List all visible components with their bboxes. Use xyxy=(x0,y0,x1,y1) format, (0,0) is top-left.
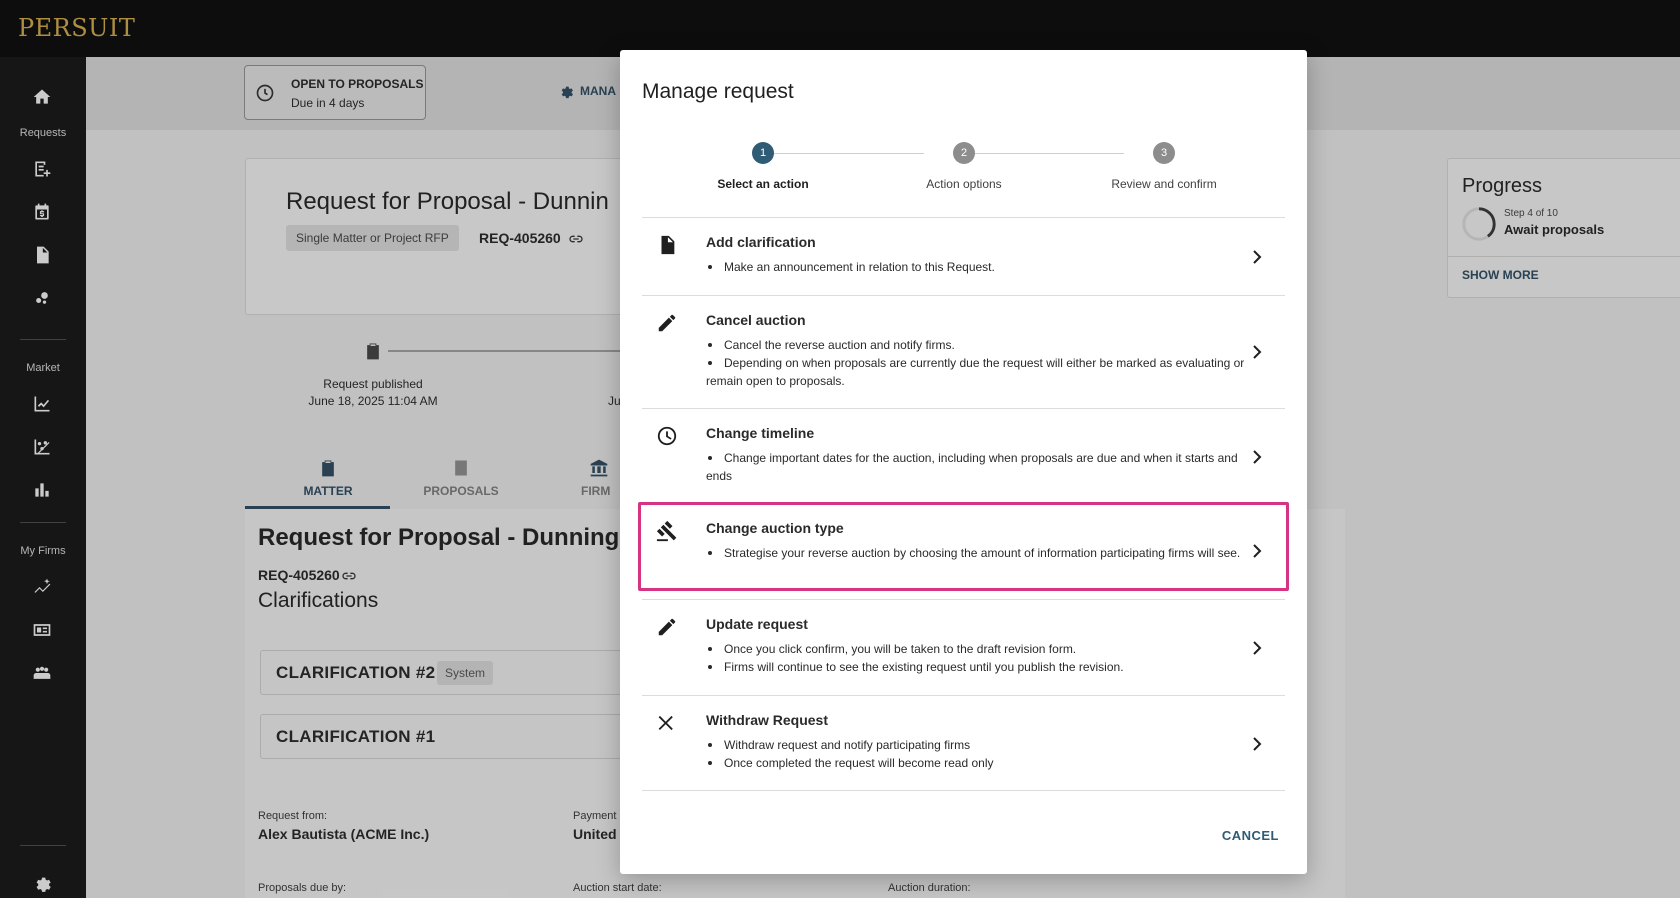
action-change-timeline[interactable]: Change timeline Change important dates f… xyxy=(642,408,1285,504)
pencil-icon xyxy=(656,616,678,638)
chevron-right-icon xyxy=(1249,736,1265,752)
action-bullets: Withdraw request and notify participatin… xyxy=(706,736,1254,772)
action-bullet: Strategise your reverse auction by choos… xyxy=(706,544,1254,562)
action-bullet: Cancel the reverse auction and notify fi… xyxy=(706,336,1254,354)
chevron-right-icon xyxy=(1249,249,1265,265)
action-bullet: Make an announcement in relation to this… xyxy=(706,258,1254,276)
action-bullet: Once you click confirm, you will be take… xyxy=(706,640,1254,658)
file-plus-icon xyxy=(656,234,678,256)
action-bullets: Change important dates for the auction, … xyxy=(706,449,1254,485)
chevron-right-icon xyxy=(1249,449,1265,465)
action-title: Cancel auction xyxy=(706,312,806,328)
pencil-icon xyxy=(656,312,678,334)
chevron-right-icon xyxy=(1249,344,1265,360)
step-3: 3 Review and confirm xyxy=(1084,142,1244,191)
action-add-clarification[interactable]: Add clarification Make an announcement i… xyxy=(642,217,1285,295)
close-icon xyxy=(656,712,678,734)
action-title: Add clarification xyxy=(706,234,816,250)
cancel-button[interactable]: CANCEL xyxy=(1222,828,1279,843)
step-1-label: Select an action xyxy=(717,177,809,191)
action-bullets: Strategise your reverse auction by choos… xyxy=(706,544,1254,562)
action-title: Withdraw Request xyxy=(706,712,828,728)
action-title: Change auction type xyxy=(706,520,844,536)
action-bullets: Make an announcement in relation to this… xyxy=(706,258,1254,276)
step-1-number: 1 xyxy=(752,142,774,164)
dialog-title: Manage request xyxy=(642,80,794,103)
action-bullets: Cancel the reverse auction and notify fi… xyxy=(706,336,1254,390)
action-bullet: Once completed the request will become r… xyxy=(706,754,1254,772)
action-update-request[interactable]: Update request Once you click confirm, y… xyxy=(642,599,1285,695)
action-cancel-auction[interactable]: Cancel auction Cancel the reverse auctio… xyxy=(642,295,1285,408)
action-bullet: Firms will continue to see the existing … xyxy=(706,658,1254,676)
step-2-label: Action options xyxy=(926,177,1002,191)
action-bullet: Withdraw request and notify participatin… xyxy=(706,736,1254,754)
chevron-right-icon xyxy=(1249,543,1265,559)
step-3-number: 3 xyxy=(1153,142,1175,164)
step-3-label: Review and confirm xyxy=(1111,177,1217,191)
action-bullet: Depending on when proposals are currentl… xyxy=(706,354,1254,390)
stepper: 1 Select an action 2 Action options 3 Re… xyxy=(642,142,1285,202)
manage-request-dialog: Manage request 1 Select an action 2 Acti… xyxy=(620,50,1307,874)
step-2-number: 2 xyxy=(953,142,975,164)
action-change-auction-type[interactable]: Change auction type Strategise your reve… xyxy=(638,502,1289,599)
step-1: 1 Select an action xyxy=(683,142,843,191)
action-title: Change timeline xyxy=(706,425,815,441)
step-2: 2 Action options xyxy=(884,142,1044,191)
action-bullet: Change important dates for the auction, … xyxy=(706,449,1254,485)
action-title: Update request xyxy=(706,616,808,632)
gavel-icon xyxy=(656,520,678,542)
chevron-right-icon xyxy=(1249,640,1265,656)
action-withdraw-request[interactable]: Withdraw Request Withdraw request and no… xyxy=(642,695,1285,791)
clock-icon xyxy=(656,425,678,447)
action-bullets: Once you click confirm, you will be take… xyxy=(706,640,1254,676)
